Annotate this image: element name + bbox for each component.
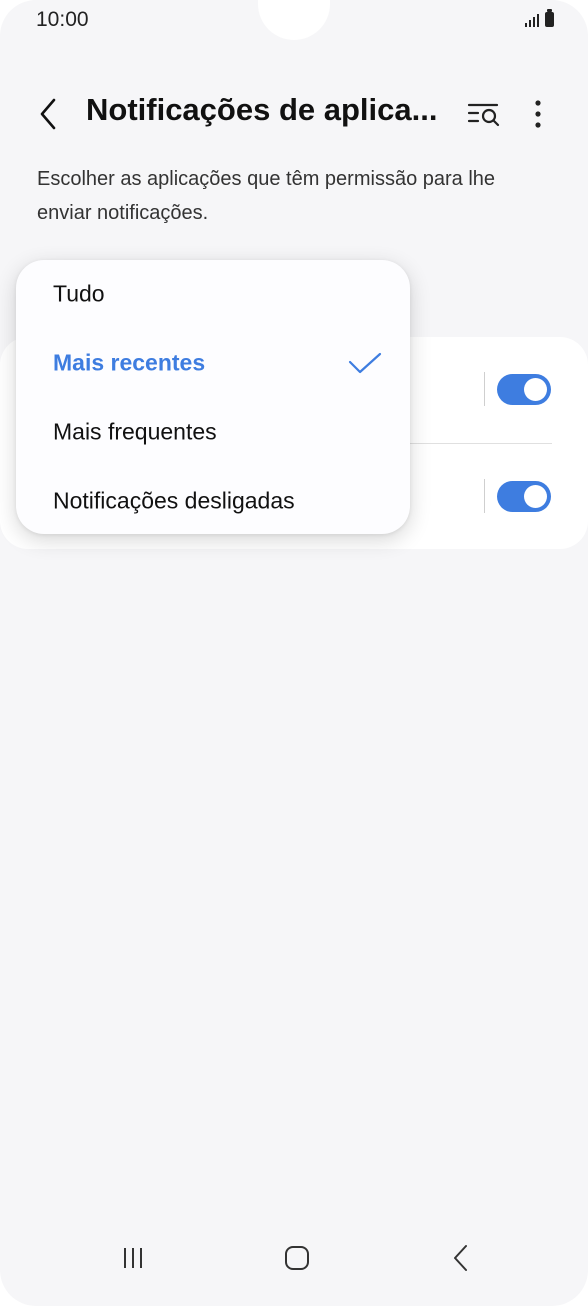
filter-search-icon (467, 103, 500, 127)
more-vertical-icon (535, 100, 541, 128)
battery-icon (545, 9, 554, 27)
toggle-separator (484, 372, 485, 406)
menu-item-label: Tudo (53, 280, 105, 307)
menu-item-notificacoes-desligadas[interactable]: Notificações desligadas (16, 467, 410, 535)
navigation-bar (0, 1216, 588, 1306)
recent-apps-button[interactable] (108, 1238, 158, 1278)
chevron-left-icon (40, 98, 56, 130)
screen: 10:00 Notificações de aplica... Escolher… (0, 0, 588, 1306)
nav-back-button[interactable] (436, 1238, 486, 1278)
menu-item-label: Notificações desligadas (53, 487, 295, 514)
menu-item-label: Mais recentes (53, 349, 206, 376)
search-button[interactable] (466, 98, 502, 130)
signal-icon (525, 14, 539, 27)
menu-item-mais-recentes[interactable]: Mais recentes (16, 329, 410, 397)
more-options-button[interactable] (528, 96, 548, 132)
menu-item-mais-frequentes[interactable]: Mais frequentes (16, 398, 410, 466)
back-icon (454, 1245, 467, 1271)
checkmark-icon (348, 352, 382, 374)
home-icon (285, 1246, 309, 1270)
page-title: Notificações de aplica... (86, 92, 438, 127)
description-text: Escolher as aplicações que têm permissão… (37, 168, 496, 224)
app-notification-toggle[interactable] (497, 374, 551, 405)
toggle-separator (484, 479, 485, 513)
status-time: 10:00 (36, 8, 89, 31)
toggle-knob (524, 485, 547, 508)
back-button[interactable] (34, 94, 64, 134)
home-button[interactable] (272, 1238, 322, 1278)
status-icons (525, 9, 554, 27)
camera-notch (258, 0, 330, 40)
menu-item-tudo[interactable]: Tudo (16, 260, 410, 328)
app-notification-toggle[interactable] (497, 481, 551, 512)
sort-menu-popup: Tudo Mais recentes Mais frequentes Notif… (16, 260, 410, 534)
toggle-knob (524, 378, 547, 401)
menu-item-label: Mais frequentes (53, 418, 217, 445)
recent-apps-icon (124, 1248, 142, 1268)
